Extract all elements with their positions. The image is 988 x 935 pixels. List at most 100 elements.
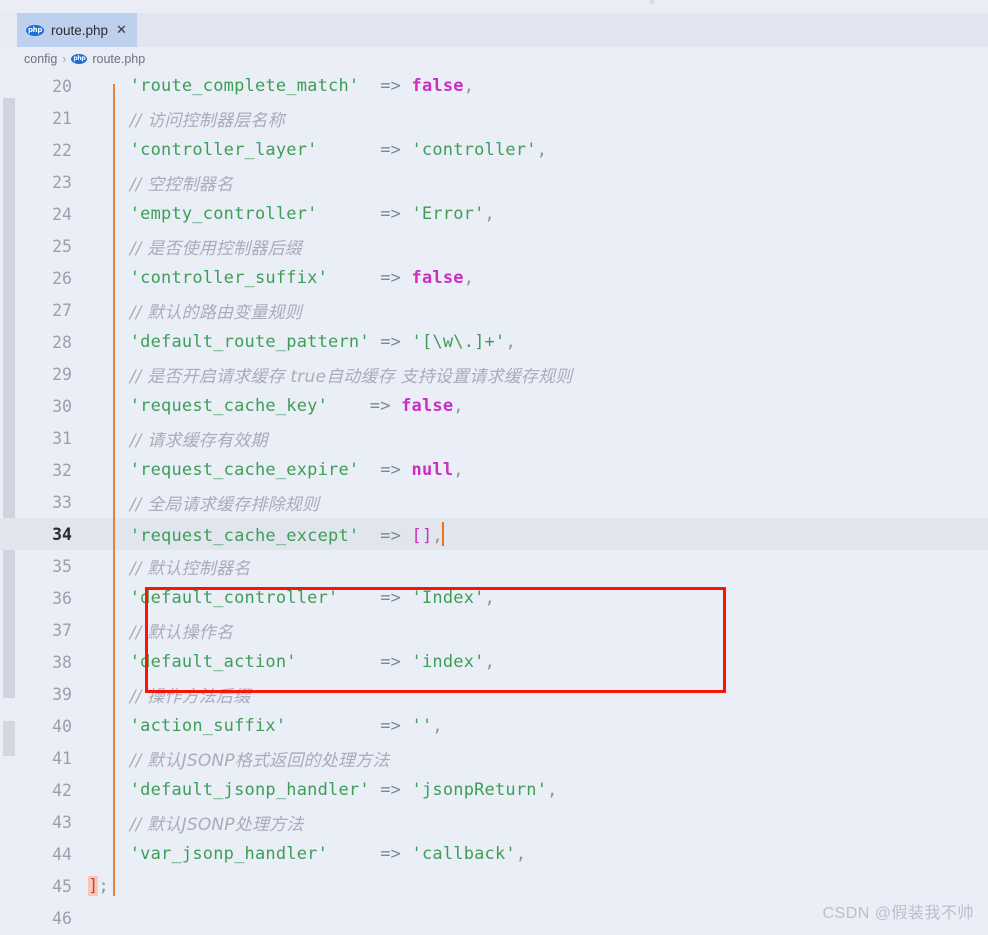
code-lines-container[interactable]: 20 'route_complete_match' => false, 21 //… (0, 70, 988, 935)
token-cmt: // 是否开启请求缓存 true自动缓存 支持设置请求缓存规则 (129, 366, 573, 387)
code-line[interactable]: 36 'default_controller' => 'Index', (0, 582, 988, 614)
window-top-strip (0, 0, 988, 13)
code-line[interactable]: 35 // 默认控制器名 (0, 550, 988, 582)
code-line-content: 'action_suffix' => '', (88, 716, 988, 736)
code-line[interactable]: 40 'action_suffix' => '', (0, 710, 988, 742)
token-str: 'jsonpReturn' (411, 780, 548, 800)
code-line-content: 'default_controller' => 'Index', (88, 588, 988, 608)
token-kw: false (401, 396, 454, 416)
code-line-content: // 默认操作名 (88, 618, 988, 643)
code-line-content: // 是否开启请求缓存 true自动缓存 支持设置请求缓存规则 (88, 362, 988, 387)
token-str: 'default_jsonp_handler' (129, 780, 370, 800)
code-line[interactable]: 32 'request_cache_expire' => null, (0, 454, 988, 486)
code-line[interactable]: 20 'route_complete_match' => false, (0, 70, 988, 102)
token-str: 'default_controller' (129, 588, 339, 608)
token-str: 'callback' (411, 844, 516, 864)
code-line[interactable]: 31 // 请求缓存有效期 (0, 422, 988, 454)
line-number: 32 (52, 460, 72, 480)
code-line-content: 'request_cache_key' => false, (88, 396, 988, 416)
line-number: 20 (52, 76, 72, 96)
code-line-content: // 请求缓存有效期 (88, 426, 988, 451)
code-line[interactable]: 41 // 默认JSONP格式返回的处理方法 (0, 742, 988, 774)
code-line-content: // 默认控制器名 (88, 554, 988, 579)
code-line[interactable]: 38 'default_action' => 'index', (0, 646, 988, 678)
token-punc: , (484, 588, 495, 608)
php-file-icon: php (71, 53, 88, 64)
line-number: 28 (52, 332, 72, 352)
line-number: 42 (52, 780, 72, 800)
token-cmt: // 操作方法后缀 (129, 686, 251, 707)
token-op: => (380, 332, 402, 352)
token-kw: false (411, 76, 464, 96)
line-number: 43 (52, 812, 72, 832)
code-line[interactable]: 37 // 默认操作名 (0, 614, 988, 646)
token-op: => (369, 396, 391, 416)
line-number: 39 (52, 684, 72, 704)
token-str: 'empty_controller' (129, 204, 318, 224)
token-str: 'route_complete_match' (129, 76, 360, 96)
code-line[interactable]: 33 // 全局请求缓存排除规则 (0, 486, 988, 518)
token-str: 'default_action' (129, 652, 297, 672)
code-line-content: // 访问控制器层名称 (88, 106, 988, 131)
code-line[interactable]: 22 'controller_layer' => 'controller', (0, 134, 988, 166)
token-str: 'controller' (411, 140, 537, 160)
code-line[interactable]: 30 'request_cache_key' => false, (0, 390, 988, 422)
code-line-content: 'empty_controller' => 'Error', (88, 204, 988, 224)
token-punc: , (547, 780, 558, 800)
token-str: 'controller_suffix' (129, 268, 329, 288)
code-editor[interactable]: 20 'route_complete_match' => false, 21 //… (0, 70, 988, 935)
code-line[interactable]: 27 // 默认的路由变量规则 (0, 294, 988, 326)
breadcrumb: config › php route.php (0, 47, 988, 70)
line-number: 35 (52, 556, 72, 576)
php-file-icon: php (26, 24, 44, 36)
token-cmt: // 全局请求缓存排除规则 (129, 494, 320, 515)
token-brkhl: ] (88, 876, 99, 896)
token-punc: , (515, 844, 527, 864)
code-line[interactable]: 34 'request_cache_except' => [], (0, 518, 988, 550)
breadcrumb-item-config[interactable]: config (24, 52, 57, 66)
code-line[interactable]: 39 // 操作方法后缀 (0, 678, 988, 710)
code-line[interactable]: 24 'empty_controller' => 'Error', (0, 198, 988, 230)
code-line[interactable]: 28 'default_route_pattern' => '[\w\.]+', (0, 326, 988, 358)
code-line-content: 'default_jsonp_handler' => 'jsonpReturn'… (88, 780, 988, 800)
token-punc: ; (98, 876, 109, 896)
code-line[interactable]: 44 'var_jsonp_handler' => 'callback', (0, 838, 988, 870)
code-line[interactable]: 26 'controller_suffix' => false, (0, 262, 988, 294)
line-number: 34 (52, 524, 72, 544)
code-line-content: 'var_jsonp_handler' => 'callback', (88, 844, 988, 864)
line-number: 45 (52, 876, 72, 896)
top-strip-mark-icon (650, 0, 654, 4)
tab-route-php[interactable]: php route.php ✕ (17, 13, 137, 47)
editor-tab-bar: php route.php ✕ (0, 13, 988, 47)
line-number: 31 (52, 428, 72, 448)
code-line-content: 'request_cache_except' => [], (88, 522, 988, 546)
breadcrumb-item-route-php[interactable]: route.php (92, 52, 145, 66)
token-punc: , (484, 652, 495, 672)
token-op: => (380, 140, 402, 160)
token-cmt: // 默认操作名 (129, 622, 234, 643)
token-punc: , (463, 76, 475, 96)
code-line[interactable]: 21 // 访问控制器层名称 (0, 102, 988, 134)
line-number: 36 (52, 588, 72, 608)
code-line[interactable]: 45]; (0, 870, 988, 902)
code-line-content: 'default_action' => 'index', (88, 652, 988, 672)
code-line-content: // 全局请求缓存排除规则 (88, 490, 988, 515)
token-punc: , (453, 396, 464, 416)
line-number: 22 (52, 140, 72, 160)
token-str: 'request_cache_key' (129, 396, 329, 416)
token-str: 'Error' (411, 204, 485, 224)
token-punc: , (463, 268, 475, 288)
token-punc: , (505, 332, 516, 352)
code-line[interactable]: 42 'default_jsonp_handler' => 'jsonpRetu… (0, 774, 988, 806)
line-number: 24 (52, 204, 72, 224)
token-cmt: // 默认控制器名 (129, 558, 251, 579)
token-str: 'controller_layer' (129, 140, 318, 160)
token-op: => (380, 588, 402, 608)
code-line[interactable]: 25 // 是否使用控制器后缀 (0, 230, 988, 262)
tab-title: route.php (51, 22, 109, 38)
close-icon[interactable]: ✕ (116, 22, 127, 38)
code-line[interactable]: 23 // 空控制器名 (0, 166, 988, 198)
code-line[interactable]: 29 // 是否开启请求缓存 true自动缓存 支持设置请求缓存规则 (0, 358, 988, 390)
watermark: CSDN @假装我不帅 (822, 905, 974, 922)
code-line[interactable]: 43 // 默认JSONP处理方法 (0, 806, 988, 838)
